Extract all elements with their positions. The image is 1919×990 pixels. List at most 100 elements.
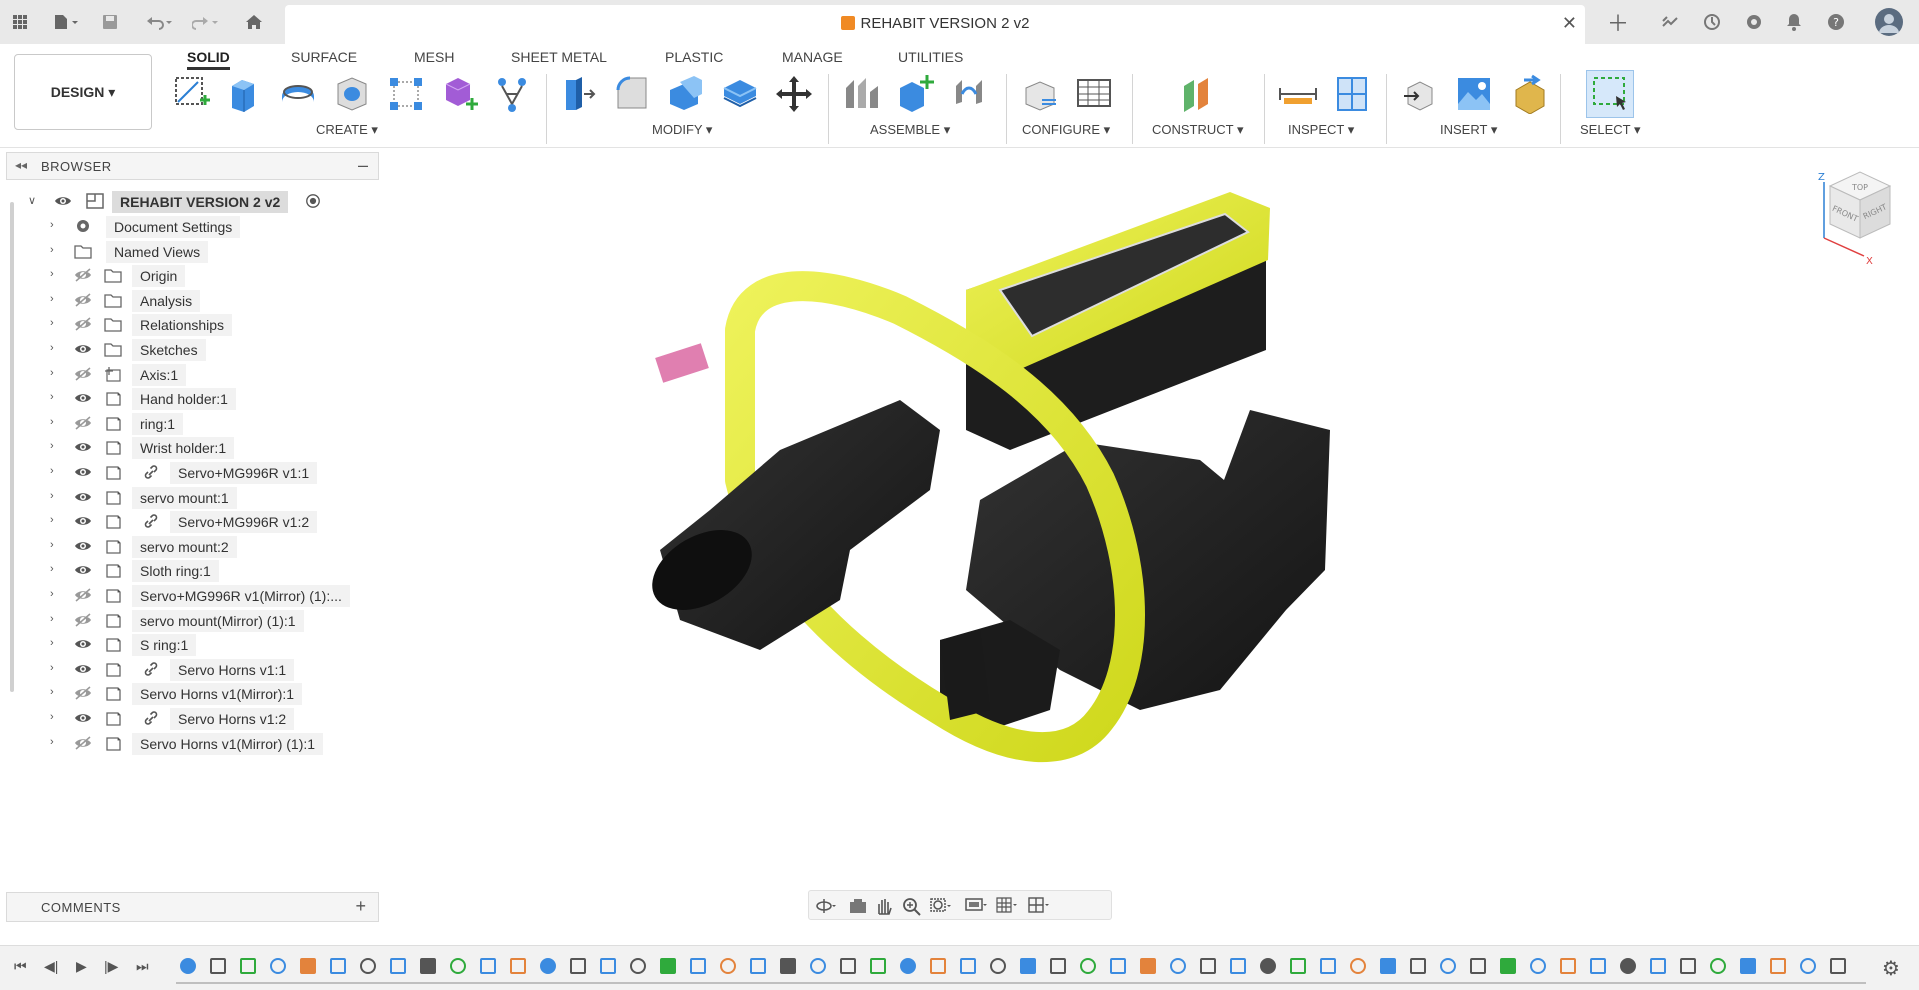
group-inspect[interactable]: INSPECT ▾ — [1288, 122, 1354, 138]
eye-icon[interactable] — [74, 341, 92, 357]
help-icon[interactable]: ? — [1822, 8, 1850, 36]
chevron-right-icon[interactable]: › — [50, 514, 54, 526]
timeline-feature-icon[interactable] — [960, 958, 976, 974]
timeline-feature-icon[interactable] — [870, 958, 886, 974]
timeline-feature-icon[interactable] — [1620, 958, 1636, 974]
eye-hidden-icon[interactable] — [74, 685, 92, 701]
browser-item[interactable]: › Servo+MG996R v1:2 — [6, 508, 379, 534]
timeline-feature-icon[interactable] — [450, 958, 466, 974]
chevron-down-icon[interactable]: ∨ — [28, 194, 36, 207]
press-pull-icon[interactable] — [556, 72, 600, 116]
timeline-feature-icon[interactable] — [420, 958, 436, 974]
user-avatar-icon[interactable] — [1872, 5, 1906, 39]
section-analysis-icon[interactable] — [1330, 72, 1374, 116]
configuration-table-icon[interactable] — [1072, 72, 1116, 116]
go-to-start-icon[interactable]: ⏮ — [14, 958, 27, 975]
chevron-right-icon[interactable]: › — [50, 367, 54, 379]
step-forward-icon[interactable]: |▶ — [104, 958, 118, 975]
viewcube-top-label[interactable]: TOP — [1851, 183, 1868, 192]
eye-icon[interactable] — [74, 390, 92, 406]
chevron-right-icon[interactable]: › — [50, 686, 54, 698]
timeline-feature-icon[interactable] — [480, 958, 496, 974]
chevron-right-icon[interactable]: › — [50, 539, 54, 551]
change-parameters-icon[interactable] — [1018, 72, 1062, 116]
timeline-feature-icon[interactable] — [1050, 958, 1066, 974]
browser-item[interactable]: › Axis:1 — [6, 361, 379, 387]
timeline-feature-icon[interactable] — [1380, 958, 1396, 974]
eye-hidden-icon[interactable] — [74, 292, 92, 308]
chevron-right-icon[interactable]: › — [50, 219, 54, 231]
file-icon[interactable] — [46, 8, 86, 36]
timeline-feature-icon[interactable] — [360, 958, 376, 974]
eye-hidden-icon[interactable] — [74, 366, 92, 382]
timeline-feature-icon[interactable] — [1710, 958, 1726, 974]
eye-icon[interactable] — [74, 661, 92, 677]
insert-canvas-icon[interactable] — [1452, 72, 1496, 116]
browser-item[interactable]: › Document Settings — [6, 213, 379, 239]
chevron-right-icon[interactable]: › — [50, 563, 54, 575]
timeline-feature-icon[interactable] — [240, 958, 256, 974]
undo-icon[interactable] — [140, 8, 180, 36]
shell-icon[interactable] — [664, 72, 708, 116]
chevron-right-icon[interactable]: › — [50, 268, 54, 280]
timeline-feature-icon[interactable] — [1530, 958, 1546, 974]
timeline-feature-icon[interactable] — [1830, 958, 1846, 974]
group-create[interactable]: CREATE ▾ — [316, 122, 378, 138]
eye-hidden-icon[interactable] — [74, 612, 92, 628]
timeline-feature-icon[interactable] — [1140, 958, 1156, 974]
timeline-feature-icon[interactable] — [1770, 958, 1786, 974]
move-copy-icon[interactable] — [772, 72, 816, 116]
eye-hidden-icon[interactable] — [74, 415, 92, 431]
combine-icon[interactable] — [718, 72, 762, 116]
eye-icon[interactable] — [74, 538, 92, 554]
timeline-feature-icon[interactable] — [1110, 958, 1126, 974]
timeline-feature-icon[interactable] — [660, 958, 676, 974]
timeline-feature-icon[interactable] — [1350, 958, 1366, 974]
tab-solid[interactable]: SOLID — [187, 46, 230, 70]
group-assemble[interactable]: ASSEMBLE ▾ — [870, 122, 950, 138]
chevron-right-icon[interactable]: › — [50, 490, 54, 502]
chevron-right-icon[interactable]: › — [50, 342, 54, 354]
timeline-feature-icon[interactable] — [750, 958, 766, 974]
chevron-right-icon[interactable]: › — [50, 711, 54, 723]
timeline-feature-icon[interactable] — [1590, 958, 1606, 974]
motion-link-icon[interactable] — [948, 72, 992, 116]
insert-derive-icon[interactable] — [1398, 72, 1442, 116]
chevron-right-icon[interactable]: › — [50, 244, 54, 256]
group-modify[interactable]: MODIFY ▾ — [652, 122, 712, 138]
tab-surface[interactable]: SURFACE — [291, 46, 357, 70]
timeline-feature-icon[interactable] — [1800, 958, 1816, 974]
timeline-feature-icon[interactable] — [300, 958, 316, 974]
timeline-feature-icon[interactable] — [900, 958, 916, 974]
eye-icon[interactable] — [74, 710, 92, 726]
eye-hidden-icon[interactable] — [74, 267, 92, 283]
eye-hidden-icon[interactable] — [74, 735, 92, 751]
fillet-icon[interactable] — [610, 72, 654, 116]
joint-icon[interactable] — [840, 72, 884, 116]
browser-item[interactable]: › Servo+MG996R v1(Mirror) (1):... — [6, 582, 379, 608]
eye-icon[interactable] — [74, 489, 92, 505]
timeline-feature-icon[interactable] — [1500, 958, 1516, 974]
group-construct[interactable]: CONSTRUCT ▾ — [1152, 122, 1244, 138]
collapse-panel-icon[interactable]: ◂◂ — [15, 158, 27, 172]
timeline-feature-icon[interactable] — [780, 958, 796, 974]
browser-item[interactable]: › servo mount(Mirror) (1):1 — [6, 607, 379, 633]
close-icon[interactable]: ✕ — [1562, 13, 1577, 34]
tab-plastic[interactable]: PLASTIC — [665, 46, 723, 70]
timeline-feature-icon[interactable] — [1680, 958, 1696, 974]
tab-sheet-metal[interactable]: SHEET METAL — [511, 46, 607, 70]
timeline-feature-icon[interactable] — [1410, 958, 1426, 974]
group-select[interactable]: SELECT ▾ — [1580, 122, 1640, 138]
browser-item[interactable]: › Servo Horns v1:2 — [6, 705, 379, 731]
eye-icon[interactable] — [74, 636, 92, 652]
browser-item[interactable]: › Origin — [6, 262, 379, 288]
timeline-feature-icon[interactable] — [1740, 958, 1756, 974]
timeline-feature-icon[interactable] — [810, 958, 826, 974]
browser-item[interactable]: › Hand holder:1 — [6, 385, 379, 411]
timeline-feature-icon[interactable] — [930, 958, 946, 974]
timeline-settings-icon[interactable]: ⚙ — [1882, 956, 1900, 981]
go-to-end-icon[interactable]: ⏭ — [136, 958, 149, 975]
timeline-feature-icon[interactable] — [1470, 958, 1486, 974]
home-icon[interactable] — [240, 8, 268, 36]
create-sketch-icon[interactable] — [170, 72, 214, 116]
